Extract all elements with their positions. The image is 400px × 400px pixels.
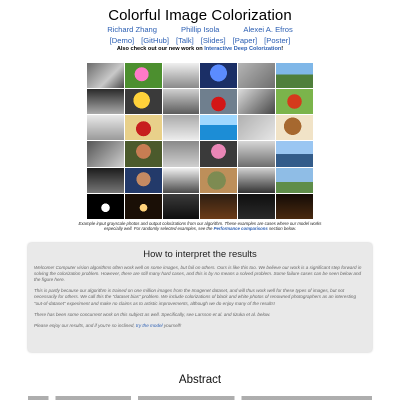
performance-comparisons-link[interactable]: Performance comparisons — [214, 226, 268, 231]
gallery-tile-portrait-bw — [87, 167, 124, 193]
gallery-tile-street-gray — [162, 141, 200, 167]
page-title: Colorful Image Colorization — [108, 7, 292, 24]
interactive-colorization-link[interactable]: Interactive Deep Colorization — [204, 46, 281, 52]
gallery-tile-city-colored — [276, 167, 313, 193]
also-prefix: Also check out our new work on — [116, 46, 203, 52]
gallery-tile-bowl-gray — [87, 115, 124, 141]
enjoy-text-a: Please enjoy our results, and if you're … — [34, 322, 135, 328]
also-check-out: Also check out our new work on Interacti… — [0, 46, 400, 52]
gallery-tile-red-car — [200, 89, 238, 115]
gallery-tile-blue-pool — [200, 115, 238, 141]
gallery-tile-blue-jellyfish — [200, 63, 238, 89]
gallery-tile-sky-lake — [276, 141, 313, 167]
author-list: Richard Zhang Phillip Isola Alexei A. Ef… — [0, 25, 400, 34]
interpret-body: Welcome! Computer vision algorithms ofte… — [34, 265, 366, 334]
paper-link[interactable]: [Paper] — [233, 36, 257, 45]
demo-link[interactable]: [Demo] — [110, 36, 134, 45]
resource-links: [Demo] [GitHub] [Talk] [Slides] [Paper] … — [0, 36, 400, 45]
author-link-alexei-efros[interactable]: Alexei A. Efros — [243, 25, 292, 34]
gallery-tile-dark-3 — [238, 193, 276, 219]
gallery-tile-coastal-cliff — [276, 63, 313, 89]
gallery-tile-group-colored — [124, 167, 162, 193]
try-the-model-link[interactable]: try the model — [136, 323, 163, 328]
gallery-tile-red-food — [124, 115, 162, 141]
abstract-text-cutoff — [28, 396, 372, 400]
gallery-tile-portrait-bw-2 — [162, 167, 200, 193]
gallery-tile-dark-1 — [162, 193, 200, 219]
gallery-tile-mountain-gray — [238, 141, 276, 167]
gallery-tile-red-rooster — [276, 89, 313, 115]
gallery-tile-road-gray — [162, 115, 200, 141]
gallery-tile-yellow-pepper — [124, 89, 162, 115]
gallery-tile-grayscale-vegetables — [87, 63, 124, 89]
interpret-paragraph-4: Please enjoy our results, and if you're … — [34, 323, 366, 329]
gallery-tile-car-gray — [162, 89, 200, 115]
gallery-tile-brown-puppy — [276, 115, 313, 141]
gallery-tile-pink-flower — [124, 63, 162, 89]
gallery-tile-dark-2 — [200, 193, 238, 219]
interpret-paragraph-3: There has been some concurrent work on t… — [34, 311, 271, 317]
github-link[interactable]: [GitHub] — [141, 36, 169, 45]
gallery-tile-bird-gray — [162, 63, 200, 89]
gallery-tile-dog-gray — [87, 89, 124, 115]
poster-link[interactable]: [Poster] — [264, 36, 290, 45]
interpret-title: How to interpret the results — [143, 249, 257, 260]
slides-link[interactable]: [Slides] — [201, 36, 226, 45]
interpret-paragraph-1: Welcome! Computer vision algorithms ofte… — [34, 265, 362, 283]
author-link-phillip-isola[interactable]: Phillip Isola — [181, 25, 219, 34]
colorization-gallery — [87, 63, 313, 219]
gallery-tile-gray-rocks — [238, 63, 276, 89]
talk-link[interactable]: [Talk] — [176, 36, 194, 45]
interpret-paragraph-2: This is partly because our algorithm is … — [34, 288, 357, 306]
author-link-richard-zhang[interactable]: Richard Zhang — [107, 25, 157, 34]
gallery-caption: Example input grayscale photos and outpu… — [70, 221, 330, 232]
gallery-tile-puppy-gray — [238, 115, 276, 141]
gallery-tile-soldier-colored — [124, 141, 162, 167]
gallery-tile-man-gray — [87, 141, 124, 167]
gallery-tile-soldiers-colored — [200, 167, 238, 193]
gallery-tile-bird-gray-2 — [238, 89, 276, 115]
gallery-tile-tower-bw — [238, 167, 276, 193]
gallery-tile-candle-colored — [124, 193, 162, 219]
gallery-tile-dark-4 — [276, 193, 313, 219]
abstract-heading: Abstract — [178, 374, 222, 386]
caption-text-b: section below. — [269, 226, 297, 232]
gallery-tile-candle-bw — [87, 193, 124, 219]
enjoy-text-b: yourself! — [163, 322, 182, 328]
interpret-panel: How to interpret the results Welcome! Co… — [28, 243, 372, 352]
gallery-tile-pink-woman — [200, 141, 238, 167]
also-suffix: ! — [281, 46, 284, 52]
